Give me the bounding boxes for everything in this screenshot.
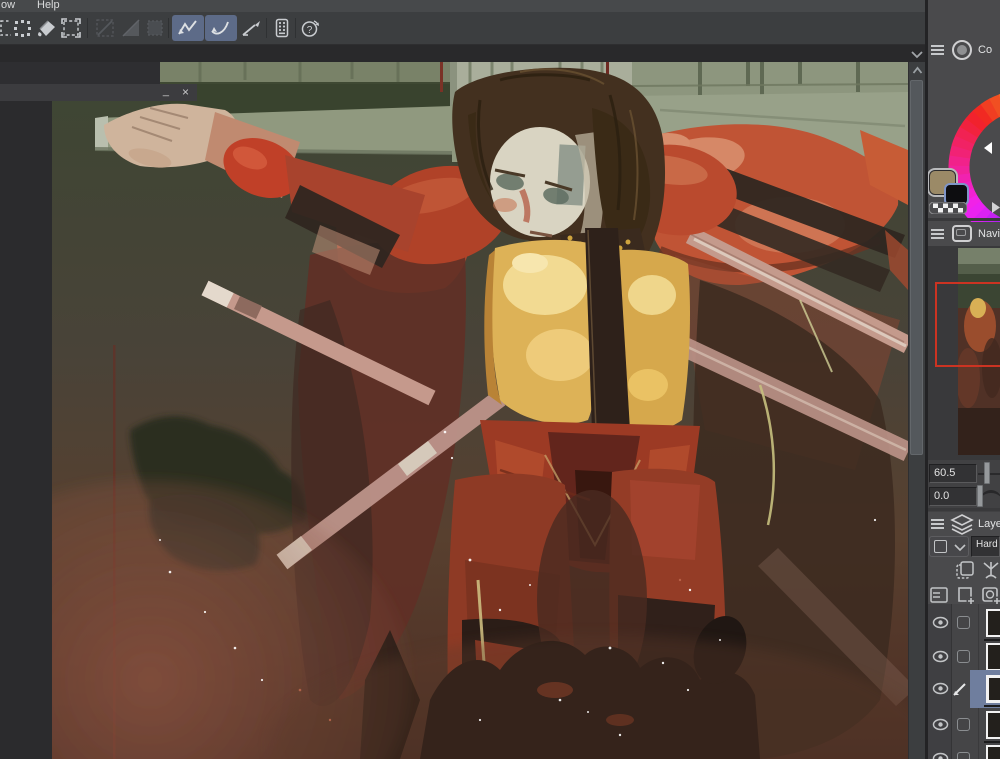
fill-bucket-icon <box>38 20 55 37</box>
tool-shape-fill-disabled[interactable] <box>118 15 144 41</box>
panel-gap <box>928 218 1000 221</box>
zoom-slider-handle[interactable] <box>984 462 990 484</box>
navigator-panel-title: Navi <box>978 228 1000 240</box>
subtool-panel-icon <box>275 18 289 38</box>
layer-visibility-eye-icon[interactable] <box>932 682 949 695</box>
svg-text:?: ? <box>307 25 313 36</box>
tool-help[interactable]: ? <box>297 15 323 41</box>
layer-checkbox[interactable] <box>957 752 970 759</box>
canvas-artwork[interactable] <box>52 62 908 759</box>
navigator-zoom-field[interactable]: 60.5 <box>929 464 977 483</box>
curve-icon <box>211 21 229 35</box>
layer-visibility-eye-icon[interactable] <box>932 752 949 759</box>
help-icon: ? <box>301 20 319 37</box>
minimize-button[interactable]: _ <box>163 85 169 97</box>
tool-line-disabled[interactable] <box>92 15 118 41</box>
layer-row[interactable] <box>928 708 1000 743</box>
layer-checkbox[interactable] <box>957 718 970 731</box>
tool-subtool-panel[interactable] <box>269 15 295 41</box>
layer-thumbnail[interactable] <box>986 711 1000 739</box>
navigator-controls: 60.5 0.0 <box>928 460 1000 512</box>
frame-crop-icon <box>61 18 81 38</box>
navigator-rotation-field[interactable]: 0.0 <box>929 487 977 506</box>
application-window: ow Help ? _ × Co Navi 60.5 0.0 Laye Hard <box>0 0 1000 759</box>
tool-frame-crop[interactable] <box>58 15 84 41</box>
blend-mode-value[interactable]: Hard l <box>971 536 1000 557</box>
menu-item-window-partial[interactable]: ow <box>1 0 15 11</box>
tool-pen-line[interactable] <box>238 15 264 41</box>
tool-polyline[interactable] <box>172 15 204 41</box>
panel-gap <box>928 508 1000 511</box>
layer-row[interactable] <box>928 640 1000 675</box>
layer-thumbnail[interactable] <box>986 643 1000 671</box>
rotation-slider-handle[interactable] <box>977 485 983 507</box>
layer-thumbnail[interactable] <box>986 675 1000 703</box>
scroll-up-icon[interactable] <box>912 66 923 75</box>
layer-visibility-eye-icon[interactable] <box>932 650 949 663</box>
blend-mode-combo[interactable] <box>929 536 969 557</box>
polyline-icon <box>178 20 197 35</box>
pen-line-icon <box>242 21 260 36</box>
layer-list <box>928 604 1000 759</box>
layers-panel-icon <box>950 514 974 535</box>
close-button[interactable]: × <box>182 85 189 99</box>
toolbar-separator <box>168 18 169 38</box>
duplicate-layer-button[interactable] <box>954 559 976 581</box>
layer-row[interactable] <box>928 670 1000 708</box>
toolbar-separator <box>87 18 88 38</box>
tool-fill[interactable] <box>34 15 60 41</box>
layer-thumbnail[interactable] <box>986 745 1000 759</box>
layer-edit-pen-icon <box>953 683 966 696</box>
layer-property-button[interactable] <box>929 584 951 606</box>
transparent-color-button[interactable] <box>929 202 967 214</box>
select-area-icon <box>14 20 31 37</box>
navigator-panel-menu-icon[interactable] <box>931 227 944 239</box>
navigator-panel-header: Navi <box>928 222 1000 246</box>
color-panel-menu-icon[interactable] <box>931 43 944 55</box>
collapse-chevron-icon[interactable] <box>910 49 924 59</box>
toolbar-separator <box>266 18 267 38</box>
floating-palette-titlebar[interactable]: _ × <box>0 84 197 101</box>
navigator-view-rect[interactable] <box>935 282 1000 367</box>
color-panel-title: Co <box>978 44 993 56</box>
color-panel-header: Co <box>928 38 1000 62</box>
tool-select-square-disabled[interactable] <box>142 15 168 41</box>
layers-panel-menu-icon[interactable] <box>931 517 944 529</box>
layer-visibility-eye-icon[interactable] <box>932 718 949 731</box>
layer-visibility-eye-icon[interactable] <box>932 616 949 629</box>
toolbar: ? <box>0 12 1000 45</box>
menu-bar: ow Help <box>0 0 1000 12</box>
transform-tool-button[interactable] <box>980 559 1000 581</box>
color-panel-expand-icon[interactable] <box>991 202 1000 213</box>
layer-row[interactable] <box>928 606 1000 641</box>
layer-row-divider <box>984 705 1000 707</box>
canvas-top-strip <box>0 45 925 62</box>
layers-panel-header: Laye <box>928 512 1000 536</box>
navigator-panel-icon <box>952 225 972 242</box>
right-dock: Co Navi 60.5 0.0 Laye Hard <box>928 0 1000 759</box>
tool-curve[interactable] <box>205 15 237 41</box>
layer-row[interactable] <box>928 742 1000 759</box>
color-wheel-panel-icon <box>952 40 972 60</box>
menu-item-help[interactable]: Help <box>37 0 60 11</box>
layer-thumbnail[interactable] <box>986 609 1000 637</box>
navigator-viewport[interactable] <box>928 246 1000 460</box>
tool-select-area[interactable] <box>9 15 35 41</box>
layer-checkbox[interactable] <box>957 616 970 629</box>
layers-panel-title: Laye <box>978 518 1000 530</box>
scrollbar-thumb[interactable] <box>910 80 923 455</box>
toolbar-separator <box>295 18 296 38</box>
floating-palette-body <box>0 62 160 84</box>
layer-checkbox[interactable] <box>957 650 970 663</box>
wheel-marker-icon <box>984 142 992 154</box>
